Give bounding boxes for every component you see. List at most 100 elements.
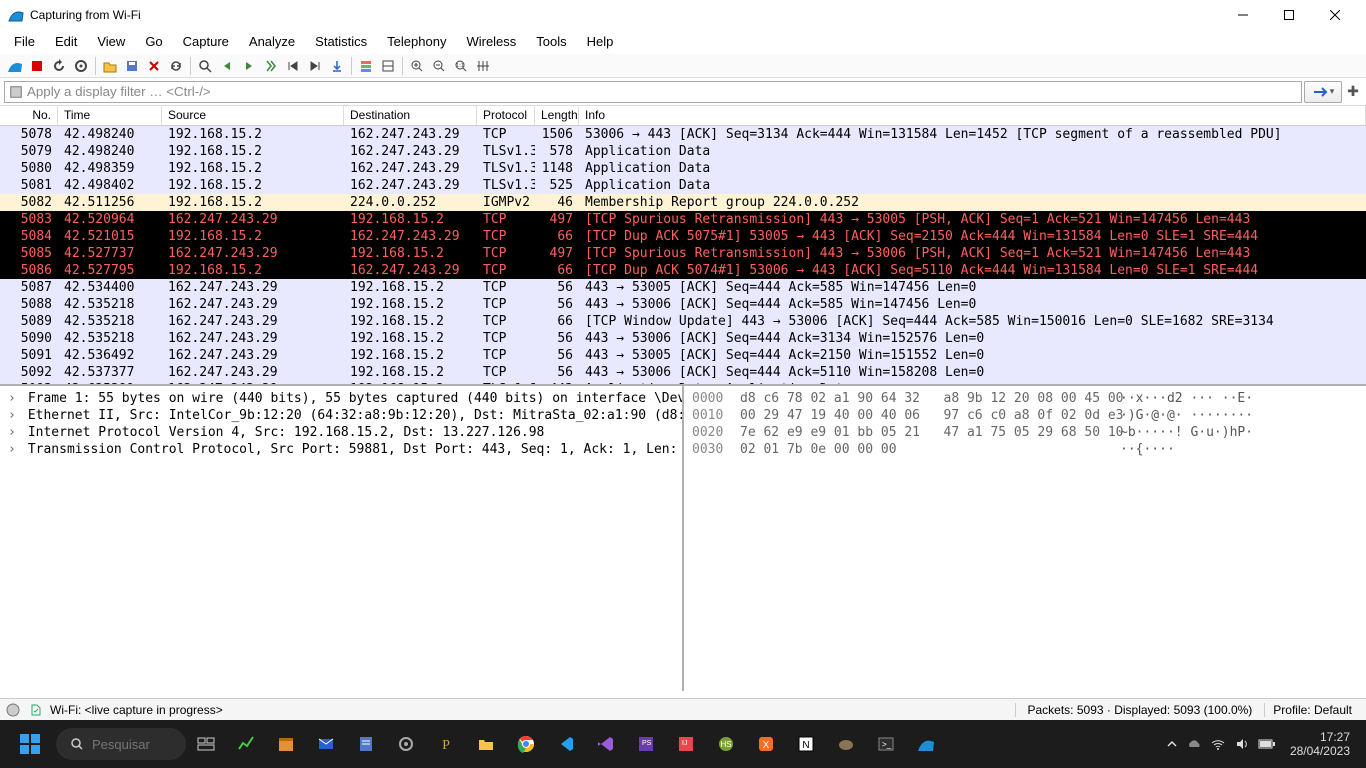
tree-item[interactable]: › Internet Protocol Version 4, Src: 192.… bbox=[8, 424, 674, 441]
restart-capture-button[interactable] bbox=[48, 55, 70, 77]
display-filter-input[interactable] bbox=[4, 81, 1302, 103]
packet-row[interactable]: 507842.498240192.168.15.2162.247.243.29T… bbox=[0, 126, 1366, 143]
menu-edit[interactable]: Edit bbox=[45, 31, 87, 52]
system-tray[interactable]: 17:27 28/04/2023 bbox=[1166, 730, 1356, 758]
taskbar-app-chart-icon[interactable] bbox=[226, 724, 266, 764]
capture-options-button[interactable] bbox=[70, 55, 92, 77]
column-header-protocol[interactable]: Protocol bbox=[477, 106, 535, 125]
taskbar-app-mail-icon[interactable] bbox=[306, 724, 346, 764]
open-file-button[interactable] bbox=[99, 55, 121, 77]
taskbar-app-visualstudio-icon[interactable] bbox=[586, 724, 626, 764]
chevron-right-icon[interactable]: › bbox=[8, 390, 20, 407]
stop-capture-button[interactable] bbox=[26, 55, 48, 77]
column-header-destination[interactable]: Destination bbox=[344, 106, 477, 125]
go-back-button[interactable] bbox=[216, 55, 238, 77]
taskbar-app-notes-icon[interactable] bbox=[346, 724, 386, 764]
chevron-right-icon[interactable]: › bbox=[8, 407, 20, 424]
chevron-right-icon[interactable]: › bbox=[8, 424, 20, 441]
column-header-source[interactable]: Source bbox=[162, 106, 344, 125]
taskbar-app-settings-icon[interactable] bbox=[386, 724, 426, 764]
tray-clock[interactable]: 17:27 28/04/2023 bbox=[1284, 730, 1356, 758]
taskbar-app-phpstorm-icon[interactable]: PS bbox=[626, 724, 666, 764]
packet-row[interactable]: 508642.527795192.168.15.2162.247.243.29T… bbox=[0, 262, 1366, 279]
tray-volume-icon[interactable] bbox=[1234, 736, 1250, 752]
column-header-info[interactable]: Info bbox=[579, 106, 1366, 125]
column-header-no[interactable]: No. bbox=[0, 106, 58, 125]
taskbar-app-p-icon[interactable]: P bbox=[426, 724, 466, 764]
tray-chevron-icon[interactable] bbox=[1166, 738, 1178, 750]
packet-row[interactable]: 508442.521015192.168.15.2162.247.243.29T… bbox=[0, 228, 1366, 245]
packet-row[interactable]: 509242.537377162.247.243.29192.168.15.2T… bbox=[0, 364, 1366, 381]
status-profile-text[interactable]: Profile: Default bbox=[1265, 703, 1360, 717]
column-header-length[interactable]: Length bbox=[535, 106, 579, 125]
packet-row[interactable]: 509342.625391162.247.243.29192.168.15.2T… bbox=[0, 381, 1366, 386]
packet-row[interactable]: 508242.511256192.168.15.2224.0.0.252IGMP… bbox=[0, 194, 1366, 211]
chevron-right-icon[interactable]: › bbox=[8, 441, 20, 458]
menu-telephony[interactable]: Telephony bbox=[377, 31, 456, 52]
packet-row[interactable]: 507942.498240192.168.15.2162.247.243.29T… bbox=[0, 143, 1366, 160]
taskbar-app-gimp-icon[interactable] bbox=[826, 724, 866, 764]
hex-row[interactable]: 001000 29 47 19 40 00 40 06 97 c6 c0 a8 … bbox=[692, 407, 1358, 424]
packet-row[interactable]: 509042.535218162.247.243.29192.168.15.2T… bbox=[0, 330, 1366, 347]
auto-scroll-button[interactable] bbox=[326, 55, 348, 77]
packet-details-pane[interactable]: › Frame 1: 55 bytes on wire (440 bits), … bbox=[0, 386, 684, 691]
show-packet-detail-button[interactable] bbox=[377, 55, 399, 77]
tray-onedrive-icon[interactable] bbox=[1186, 736, 1202, 752]
zoom-out-button[interactable] bbox=[428, 55, 450, 77]
taskbar-app-explorer-icon[interactable] bbox=[466, 724, 506, 764]
maximize-button[interactable] bbox=[1266, 0, 1312, 30]
taskbar-app-vscode-icon[interactable] bbox=[546, 724, 586, 764]
menu-analyze[interactable]: Analyze bbox=[239, 31, 305, 52]
go-to-packet-button[interactable] bbox=[260, 55, 282, 77]
minimize-button[interactable] bbox=[1220, 0, 1266, 30]
tree-item[interactable]: › Transmission Control Protocol, Src Por… bbox=[8, 441, 674, 458]
resize-columns-button[interactable] bbox=[472, 55, 494, 77]
start-button[interactable] bbox=[10, 724, 50, 764]
menu-tools[interactable]: Tools bbox=[526, 31, 576, 52]
tray-battery-icon[interactable] bbox=[1258, 738, 1276, 750]
expert-info-icon[interactable] bbox=[6, 703, 20, 717]
close-button[interactable] bbox=[1312, 0, 1358, 30]
zoom-reset-button[interactable]: 1:1 bbox=[450, 55, 472, 77]
taskbar-app-calendar-icon[interactable] bbox=[266, 724, 306, 764]
menu-file[interactable]: File bbox=[4, 31, 45, 52]
taskbar-app-heidisql-icon[interactable]: HS bbox=[706, 724, 746, 764]
tree-item[interactable]: › Ethernet II, Src: IntelCor_9b:12:20 (6… bbox=[8, 407, 674, 424]
find-packet-button[interactable] bbox=[194, 55, 216, 77]
tray-wifi-icon[interactable] bbox=[1210, 736, 1226, 752]
menu-view[interactable]: View bbox=[87, 31, 135, 52]
packet-list-pane[interactable]: No. Time Source Destination Protocol Len… bbox=[0, 106, 1366, 386]
packet-row[interactable]: 508342.520964162.247.243.29192.168.15.2T… bbox=[0, 211, 1366, 228]
packet-row[interactable]: 508942.535218162.247.243.29192.168.15.2T… bbox=[0, 313, 1366, 330]
colorize-button[interactable] bbox=[355, 55, 377, 77]
go-last-button[interactable] bbox=[304, 55, 326, 77]
taskbar-app-terminal-icon[interactable]: >_ bbox=[866, 724, 906, 764]
zoom-in-button[interactable] bbox=[406, 55, 428, 77]
taskbar-search-input[interactable] bbox=[92, 737, 172, 752]
packet-row[interactable]: 508742.534400162.247.243.29192.168.15.2T… bbox=[0, 279, 1366, 296]
column-header-time[interactable]: Time bbox=[58, 106, 162, 125]
reload-button[interactable] bbox=[165, 55, 187, 77]
taskbar-search[interactable] bbox=[56, 728, 186, 760]
taskbar-app-intellij-icon[interactable]: IJ bbox=[666, 724, 706, 764]
packet-row[interactable]: 508842.535218162.247.243.29192.168.15.2T… bbox=[0, 296, 1366, 313]
close-file-button[interactable] bbox=[143, 55, 165, 77]
filter-add-button[interactable]: ✚ bbox=[1344, 81, 1362, 103]
menu-go[interactable]: Go bbox=[135, 31, 172, 52]
start-capture-button[interactable] bbox=[4, 55, 26, 77]
menu-wireless[interactable]: Wireless bbox=[456, 31, 526, 52]
task-view-icon[interactable] bbox=[186, 724, 226, 764]
packet-row[interactable]: 508042.498359192.168.15.2162.247.243.29T… bbox=[0, 160, 1366, 177]
packet-list-header[interactable]: No. Time Source Destination Protocol Len… bbox=[0, 106, 1366, 126]
packet-bytes-pane[interactable]: 0000d8 c6 78 02 a1 90 64 32 a8 9b 12 20 … bbox=[684, 386, 1366, 691]
taskbar-app-wireshark-icon[interactable] bbox=[906, 724, 946, 764]
taskbar-app-notion-icon[interactable]: N bbox=[786, 724, 826, 764]
packet-row[interactable]: 508542.527737162.247.243.29192.168.15.2T… bbox=[0, 245, 1366, 262]
save-button[interactable] bbox=[121, 55, 143, 77]
taskbar-app-chrome-icon[interactable] bbox=[506, 724, 546, 764]
hex-row[interactable]: 0000d8 c6 78 02 a1 90 64 32 a8 9b 12 20 … bbox=[692, 390, 1358, 407]
taskbar-app-xampp-icon[interactable]: X bbox=[746, 724, 786, 764]
hex-row[interactable]: 00207e 62 e9 e9 01 bb 05 21 47 a1 75 05 … bbox=[692, 424, 1358, 441]
packet-row[interactable]: 508142.498402192.168.15.2162.247.243.29T… bbox=[0, 177, 1366, 194]
go-forward-button[interactable] bbox=[238, 55, 260, 77]
